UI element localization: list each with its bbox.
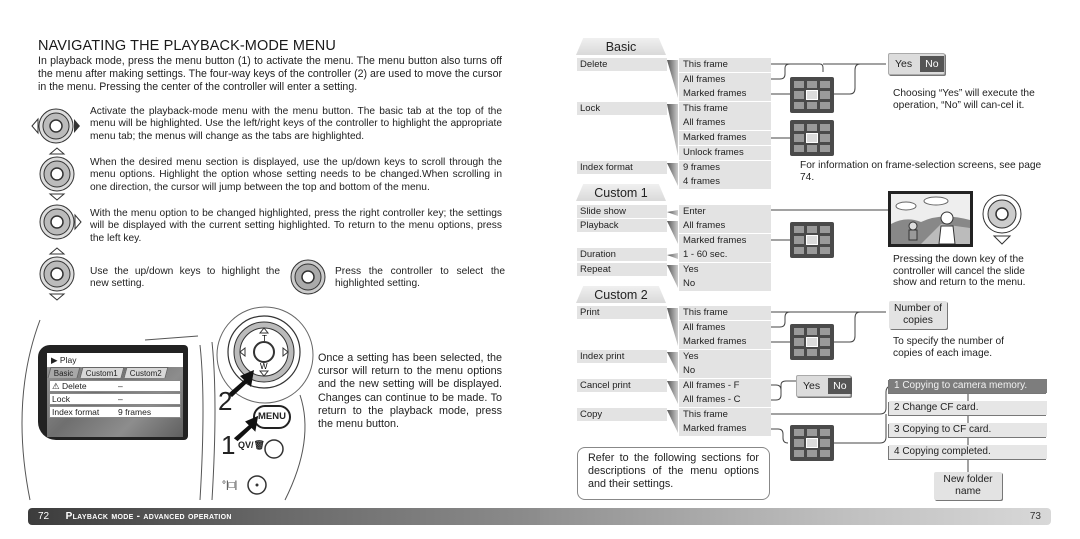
copy-step: 2 Change CF card.: [889, 401, 1047, 415]
yes-no-note: Choosing “Yes” will execute the operatio…: [893, 88, 1035, 111]
no-option[interactable]: No: [920, 56, 944, 72]
frame-selection-grid-icon: [790, 120, 834, 156]
yes-no-dialog: Yes No: [796, 375, 852, 397]
refer-note-box: Refer to the following sections for desc…: [577, 447, 770, 500]
copy-step: 1 Copying to camera memory.: [889, 379, 1047, 393]
yes-option[interactable]: Yes: [803, 376, 820, 396]
footer-right: 73: [540, 508, 1051, 525]
copy-step: 4 Copying completed.: [889, 445, 1047, 459]
slideshow-note: Pressing the down key of the controller …: [893, 254, 1026, 288]
frame-selection-grid-icon: [790, 222, 834, 258]
frame-selection-grid-icon: [790, 324, 834, 360]
page-number-right: 73: [1029, 511, 1041, 522]
frame-selection-grid-icon: [790, 77, 834, 113]
copies-note: To specify the number of copies of each …: [893, 336, 1004, 359]
new-folder-name-box: New folder name: [934, 472, 1002, 500]
no-option[interactable]: No: [828, 378, 852, 394]
copy-step: 3 Copying to CF card.: [889, 423, 1047, 437]
frame-selection-note: For information on frame-selection scree…: [800, 160, 1042, 183]
number-of-copies-box: Number of copies: [889, 301, 947, 329]
yes-no-dialog: Yes No: [888, 53, 945, 75]
yes-option[interactable]: Yes: [895, 54, 912, 74]
controller-down-icon: [980, 190, 1024, 246]
frame-selection-grid-icon: [790, 425, 834, 461]
slideshow-image: [888, 191, 973, 247]
